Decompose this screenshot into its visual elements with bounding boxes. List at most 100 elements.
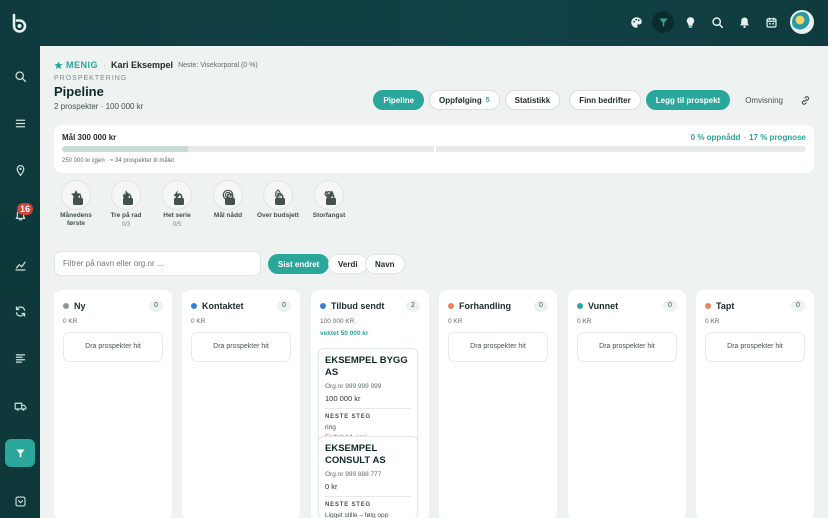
prospect-org-number: Org.nr 999 888 777 bbox=[325, 471, 382, 478]
column-weighted-amount: vektet 50 000 kr bbox=[320, 330, 369, 337]
drop-zone[interactable]: Dra prospekter hit bbox=[191, 332, 291, 362]
prospect-amount: 0 kr bbox=[325, 482, 338, 491]
calendar-icon[interactable] bbox=[760, 11, 782, 33]
link-icon[interactable] bbox=[798, 93, 812, 107]
sidebar-chart-icon[interactable] bbox=[9, 254, 31, 276]
column-count-badge: 0 bbox=[534, 300, 548, 312]
sidebar-search-icon[interactable] bbox=[9, 65, 31, 87]
column-ny: Ny 0 0 KR Dra prospekter hit bbox=[54, 290, 172, 518]
column-forhandling: Forhandling 0 0 KR Dra prospekter hit bbox=[439, 290, 557, 518]
sidebar-document-list-icon[interactable] bbox=[9, 347, 31, 369]
sidebar-truck-icon[interactable] bbox=[9, 395, 31, 417]
achievement-badge bbox=[213, 180, 243, 210]
lock-icon bbox=[225, 193, 235, 205]
column-vunnet: Vunnet 0 0 KR Dra prospekter hit bbox=[568, 290, 686, 518]
card-divider bbox=[325, 408, 411, 409]
column-status-dot bbox=[577, 303, 583, 309]
goal-achieved: 0 % oppnådd bbox=[690, 133, 741, 142]
column-count-badge: 0 bbox=[277, 300, 291, 312]
rank-badge: MENIG bbox=[54, 60, 98, 70]
prospect-card[interactable]: EKSEMPEL CONSULT AS Org.nr 999 888 777 0 k… bbox=[318, 436, 418, 518]
achievement-1[interactable]: Tre på rad 0/3 bbox=[101, 180, 151, 228]
sort-name[interactable]: Navn bbox=[365, 254, 405, 274]
search-input[interactable] bbox=[54, 251, 261, 276]
goal-forecast: 17 % prognose bbox=[749, 133, 806, 142]
achievement-label: Tre på rad bbox=[110, 212, 142, 219]
rank-star-icon bbox=[54, 60, 63, 69]
bell-icon[interactable] bbox=[733, 11, 755, 33]
goal-status: 0 % oppnådd · 17 % prognose bbox=[690, 133, 806, 142]
next-step-label: NESTE STEG bbox=[325, 502, 372, 508]
tab-followup[interactable]: Oppfølging 5 bbox=[429, 90, 500, 110]
lock-icon bbox=[174, 193, 184, 205]
goal-progress-divider bbox=[434, 146, 436, 152]
tab-pipeline[interactable]: Pipeline bbox=[373, 90, 425, 110]
column-title: Ny bbox=[74, 301, 86, 311]
achievement-badge bbox=[111, 180, 141, 210]
lightbulb-icon[interactable] bbox=[679, 11, 701, 33]
top-bar bbox=[0, 0, 828, 46]
lock-icon bbox=[123, 193, 133, 205]
achievement-4[interactable]: Over budsjett bbox=[253, 180, 303, 222]
column-header: Tilbud sendt bbox=[320, 301, 384, 311]
next-step-value: ring bbox=[325, 424, 336, 431]
goal-title: Mål 300 000 kr bbox=[62, 133, 117, 142]
turnover-button[interactable]: Omvisning bbox=[735, 90, 793, 110]
page-header: MENIG · Kari Eksempel Neste: Visekorpora… bbox=[54, 60, 258, 111]
sidebar-refresh-icon[interactable] bbox=[9, 300, 31, 322]
sort-last-changed[interactable]: Sist endret bbox=[268, 254, 330, 274]
column-status-dot bbox=[320, 303, 326, 309]
user-avatar[interactable] bbox=[790, 10, 814, 34]
breadcrumb: PROSPEKTERING bbox=[54, 75, 128, 82]
column-amount: 100 000 KR bbox=[320, 318, 355, 325]
followup-count: 5 bbox=[485, 96, 490, 104]
achievement-5[interactable]: Storfangst bbox=[304, 180, 354, 222]
next-rank-text: Neste: Visekorporal (0 %) bbox=[178, 61, 258, 69]
column-count-badge: 0 bbox=[663, 300, 677, 312]
goal-progress-bar bbox=[62, 146, 806, 152]
sidebar-filter-icon[interactable] bbox=[5, 439, 35, 467]
drop-zone[interactable]: Dra prospekter hit bbox=[577, 332, 677, 362]
achievement-label: Het serie bbox=[163, 212, 191, 219]
column-count-badge: 2 bbox=[406, 300, 420, 312]
achievement-2[interactable]: Het serie 0/5 bbox=[152, 180, 202, 228]
drop-zone[interactable]: Dra prospekter hit bbox=[448, 332, 548, 362]
lock-icon bbox=[326, 193, 336, 205]
lock-icon bbox=[275, 193, 285, 205]
next-step-value: Ligget stille – følg opp bbox=[325, 512, 389, 518]
achievement-badge bbox=[263, 180, 293, 210]
column-header: Ny bbox=[63, 301, 86, 311]
sort-value[interactable]: Verdi bbox=[328, 254, 368, 274]
palette-icon[interactable] bbox=[625, 11, 647, 33]
add-prospect-button[interactable]: Legg til prospekt bbox=[645, 90, 731, 110]
prospect-amount: 100 000 kr bbox=[325, 394, 361, 403]
achievement-progress: 0/5 bbox=[172, 222, 182, 228]
drop-zone[interactable]: Dra prospekter hit bbox=[63, 332, 163, 362]
sidebar-list-icon[interactable] bbox=[9, 112, 31, 134]
app-logo-icon[interactable] bbox=[10, 13, 30, 33]
column-count-badge: 0 bbox=[791, 300, 805, 312]
prospect-name: EKSEMPEL BYGG AS bbox=[325, 355, 408, 378]
tab-statistics[interactable]: Statistikk bbox=[504, 90, 561, 110]
column-kontaktet: Kontaktet 0 0 KR Dra prospekter hit bbox=[182, 290, 300, 518]
filter-icon[interactable] bbox=[652, 11, 674, 33]
sidebar: 16 bbox=[0, 0, 40, 518]
prospect-org-number: Org.nr 999 999 999 bbox=[325, 383, 382, 390]
search-icon[interactable] bbox=[706, 11, 728, 33]
find-companies-button[interactable]: Finn bedrifter bbox=[569, 90, 641, 110]
lock-icon bbox=[73, 193, 83, 205]
prospect-card[interactable]: EKSEMPEL BYGG AS Org.nr 999 999 999 100 00… bbox=[318, 348, 418, 448]
column-title: Kontaktet bbox=[202, 301, 244, 311]
top-actions bbox=[625, 10, 814, 34]
achievement-0[interactable]: Månedens første bbox=[51, 180, 101, 230]
column-amount: 0 KR bbox=[448, 318, 463, 325]
person-name: Kari Eksempel bbox=[111, 60, 174, 70]
sidebar-map-pin-icon[interactable] bbox=[9, 159, 31, 181]
drop-zone[interactable]: Dra prospekter hit bbox=[705, 332, 805, 362]
next-step-label: NESTE STEG bbox=[325, 414, 372, 420]
achievement-3[interactable]: Mål nådd bbox=[203, 180, 253, 222]
sidebar-chevron-down-icon[interactable] bbox=[9, 490, 31, 512]
achievement-label: Månedens første bbox=[60, 212, 92, 227]
goal-card: Mål 300 000 kr 0 % oppnådd · 17 % prognose… bbox=[54, 125, 814, 173]
column-amount: 0 KR bbox=[191, 318, 206, 325]
